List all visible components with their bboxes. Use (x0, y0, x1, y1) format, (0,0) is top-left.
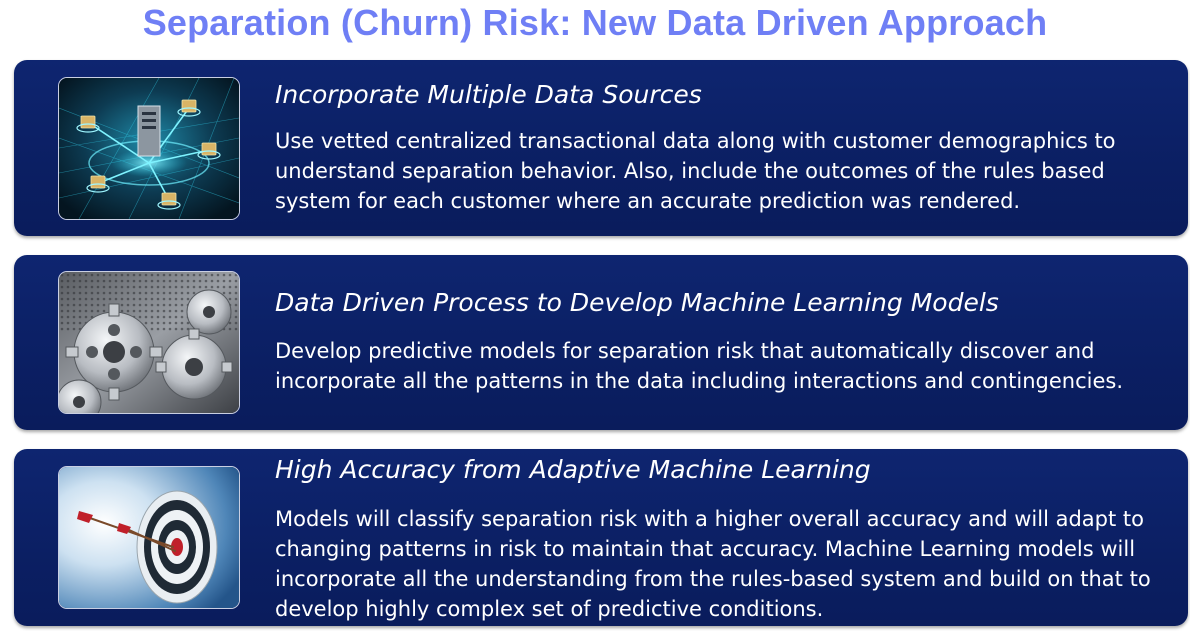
panel-body-text: Models will classify separation risk wit… (275, 507, 1151, 621)
panel-data-sources: Incorporate Multiple Data Sources Use ve… (14, 60, 1188, 236)
data-network-image (58, 77, 240, 220)
panel-body-text: Use vetted centralized transactional dat… (275, 129, 1116, 213)
panel-heading: Data Driven Process to Develop Machine L… (275, 288, 999, 317)
panel-ml-process: Data Driven Process to Develop Machine L… (14, 255, 1188, 430)
slide: Separation (Churn) Risk: New Data Driven… (0, 0, 1190, 631)
panel-high-accuracy: High Accuracy from Adaptive Machine Lear… (14, 449, 1188, 626)
panel-heading: High Accuracy from Adaptive Machine Lear… (275, 455, 871, 484)
gears-image (58, 271, 240, 414)
target-arrow-image (58, 466, 240, 609)
panel-heading: Incorporate Multiple Data Sources (275, 80, 702, 109)
slide-title: Separation (Churn) Risk: New Data Driven… (142, 2, 1048, 43)
panel-body-text: Develop predictive models for separation… (275, 339, 1123, 393)
